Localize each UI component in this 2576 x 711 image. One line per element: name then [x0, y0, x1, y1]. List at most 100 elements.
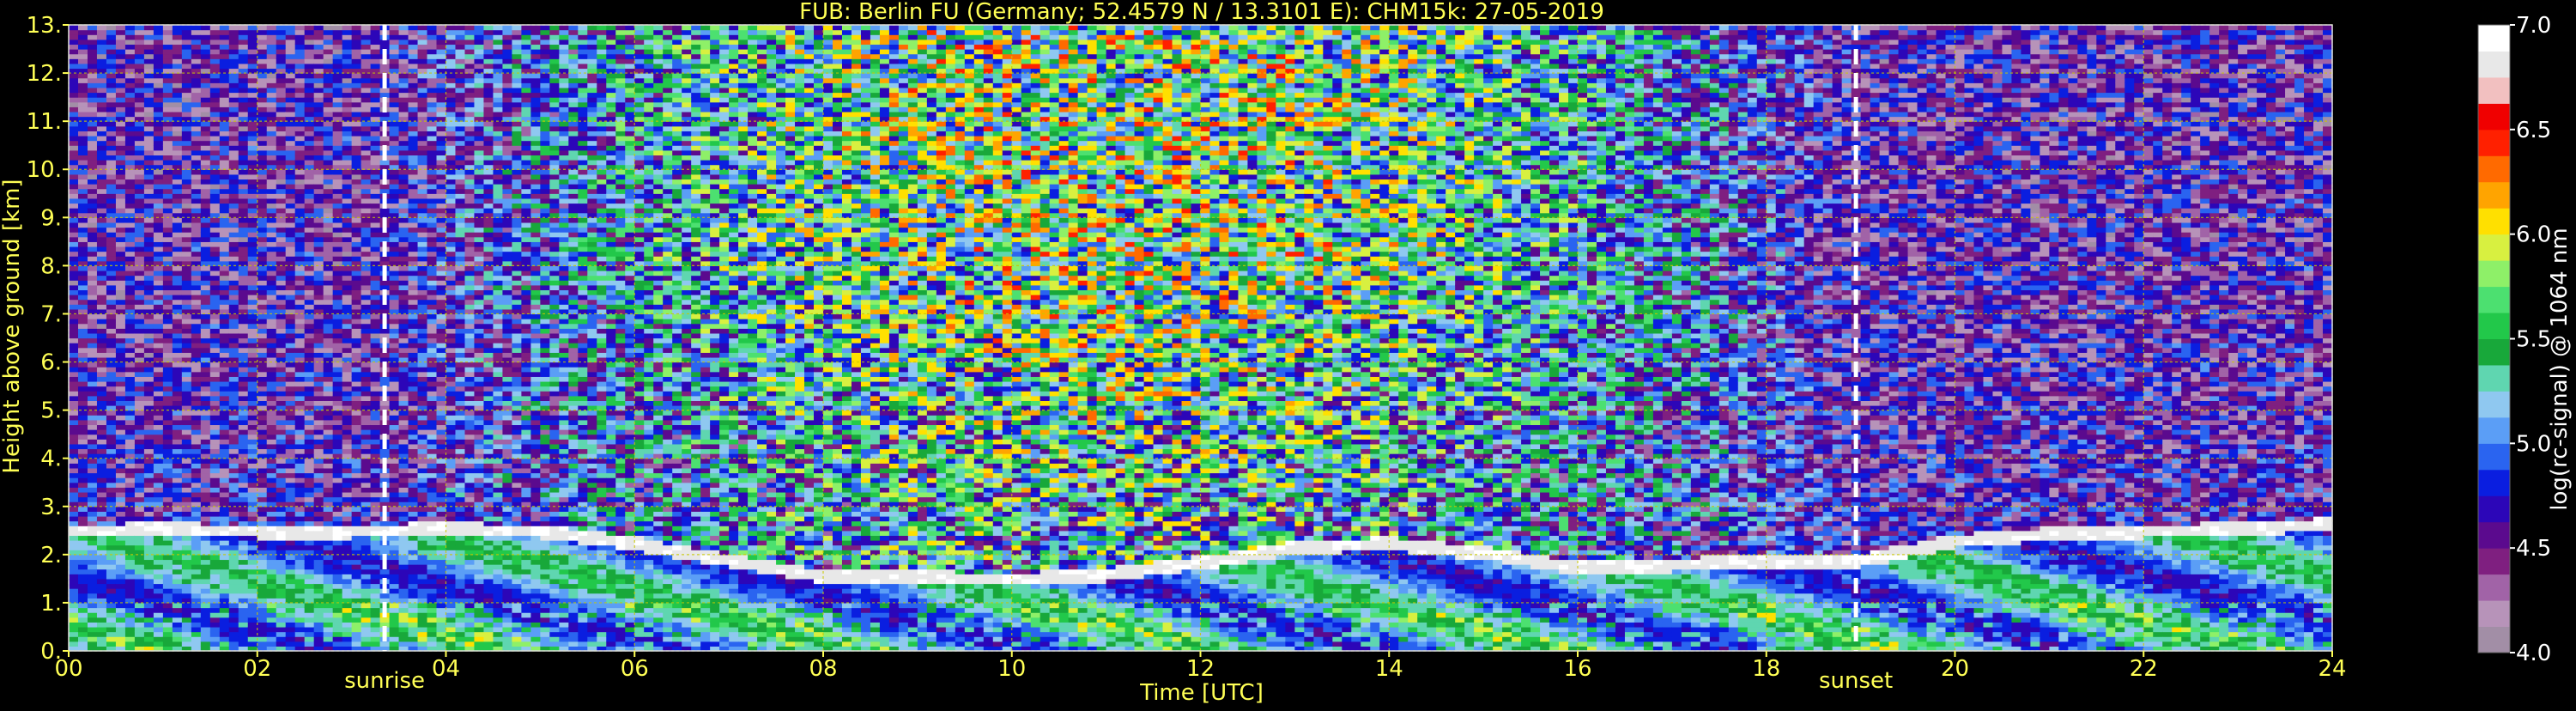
- heatmap-cell: [351, 44, 362, 50]
- heatmap-cell: [181, 583, 192, 589]
- heatmap-cell: [219, 275, 230, 281]
- heatmap-cell: [96, 323, 107, 329]
- heatmap-cell: [162, 367, 173, 373]
- heatmap-cell: [285, 284, 296, 291]
- heatmap-cell: [143, 506, 155, 512]
- heatmap-cell: [77, 29, 88, 35]
- heatmap-cell: [153, 347, 164, 353]
- heatmap-cell: [294, 295, 306, 301]
- heatmap-cell: [106, 337, 117, 343]
- heatmap-cell: [191, 222, 202, 228]
- heatmap-cell: [181, 125, 192, 131]
- heatmap-cell: [134, 246, 145, 252]
- heatmap-cell: [332, 380, 343, 387]
- heatmap-cell: [106, 641, 117, 647]
- heatmap-cell: [276, 53, 287, 59]
- heatmap-cell: [77, 496, 88, 502]
- heatmap-cell: [398, 106, 409, 112]
- heatmap-cell: [417, 295, 428, 301]
- heatmap-cell: [342, 515, 353, 522]
- heatmap-cell: [77, 160, 88, 166]
- heatmap-cell: [304, 87, 315, 94]
- heatmap-cell: [304, 332, 315, 339]
- heatmap-cell: [257, 179, 268, 185]
- heatmap-cell: [200, 39, 211, 46]
- heatmap-cell: [361, 583, 372, 589]
- heatmap-cell: [209, 482, 221, 488]
- heatmap-cell: [351, 520, 362, 526]
- heatmap-cell: [398, 111, 409, 118]
- heatmap-cell: [276, 602, 287, 609]
- heatmap-cell: [115, 222, 126, 228]
- heatmap-cell: [332, 607, 343, 613]
- heatmap-cell: [134, 184, 145, 190]
- heatmap-cell: [200, 337, 211, 343]
- heatmap-cell: [247, 544, 258, 550]
- heatmap-cell: [247, 111, 258, 118]
- heatmap-cell: [143, 111, 155, 118]
- heatmap-cell: [247, 265, 258, 271]
- heatmap-cell: [370, 434, 381, 440]
- heatmap-cell: [238, 319, 249, 325]
- heatmap-cell: [153, 424, 164, 430]
- heatmap-cell: [209, 554, 221, 561]
- heatmap-cell: [285, 463, 296, 469]
- heatmap-cell: [87, 410, 98, 416]
- heatmap-cell: [389, 602, 400, 609]
- heatmap-cell: [342, 82, 353, 88]
- heatmap-cell: [332, 391, 343, 397]
- heatmap-cell: [266, 467, 277, 474]
- heatmap-cell: [398, 419, 409, 426]
- heatmap-cell: [209, 343, 221, 349]
- heatmap-cell: [143, 188, 155, 194]
- heatmap-cell: [285, 155, 296, 161]
- heatmap-cell: [77, 53, 88, 59]
- heatmap-cell: [191, 380, 202, 387]
- heatmap-cell: [408, 574, 419, 580]
- heatmap-cell: [238, 256, 249, 262]
- heatmap-cell: [172, 592, 183, 599]
- heatmap-cell: [398, 323, 409, 329]
- heatmap-cell: [408, 362, 419, 368]
- heatmap-cell: [398, 443, 409, 450]
- heatmap-cell: [191, 313, 202, 319]
- heatmap-cell: [266, 612, 277, 618]
- heatmap-cell: [247, 222, 258, 228]
- heatmap-cell: [398, 559, 409, 565]
- heatmap-cell: [276, 25, 287, 31]
- heatmap-cell: [257, 97, 268, 103]
- heatmap-cell: [389, 270, 400, 276]
- heatmap-cell: [153, 631, 164, 637]
- heatmap-cell: [427, 631, 438, 637]
- heatmap-cell: [323, 241, 334, 247]
- heatmap-cell: [351, 578, 362, 585]
- heatmap-cell: [370, 319, 381, 325]
- heatmap-cell: [361, 540, 372, 546]
- heatmap-cell: [304, 641, 315, 647]
- heatmap-cell: [427, 458, 438, 464]
- heatmap-cell: [162, 429, 173, 435]
- heatmap-cell: [87, 506, 98, 512]
- heatmap-cell: [191, 97, 202, 103]
- heatmap-cell: [323, 295, 334, 301]
- heatmap-cell: [257, 155, 268, 161]
- heatmap-cell: [417, 415, 428, 421]
- heatmap-cell: [313, 49, 324, 55]
- heatmap-cell: [219, 362, 230, 368]
- heatmap-cell: [124, 491, 136, 498]
- heatmap-cell: [332, 617, 343, 623]
- heatmap-cell: [181, 149, 192, 156]
- heatmap-cell: [200, 520, 211, 526]
- heatmap-cell: [257, 343, 268, 349]
- heatmap-cell: [69, 82, 79, 88]
- heatmap-cell: [276, 63, 287, 70]
- heatmap-cell: [191, 29, 202, 35]
- heatmap-cell: [228, 617, 239, 623]
- heatmap-cell: [417, 592, 428, 599]
- heatmap-cell: [361, 284, 372, 291]
- heatmap-cell: [332, 564, 343, 570]
- heatmap-cell: [77, 227, 88, 233]
- heatmap-cell: [106, 380, 117, 387]
- heatmap-cell: [209, 574, 221, 580]
- heatmap-cell: [228, 362, 239, 368]
